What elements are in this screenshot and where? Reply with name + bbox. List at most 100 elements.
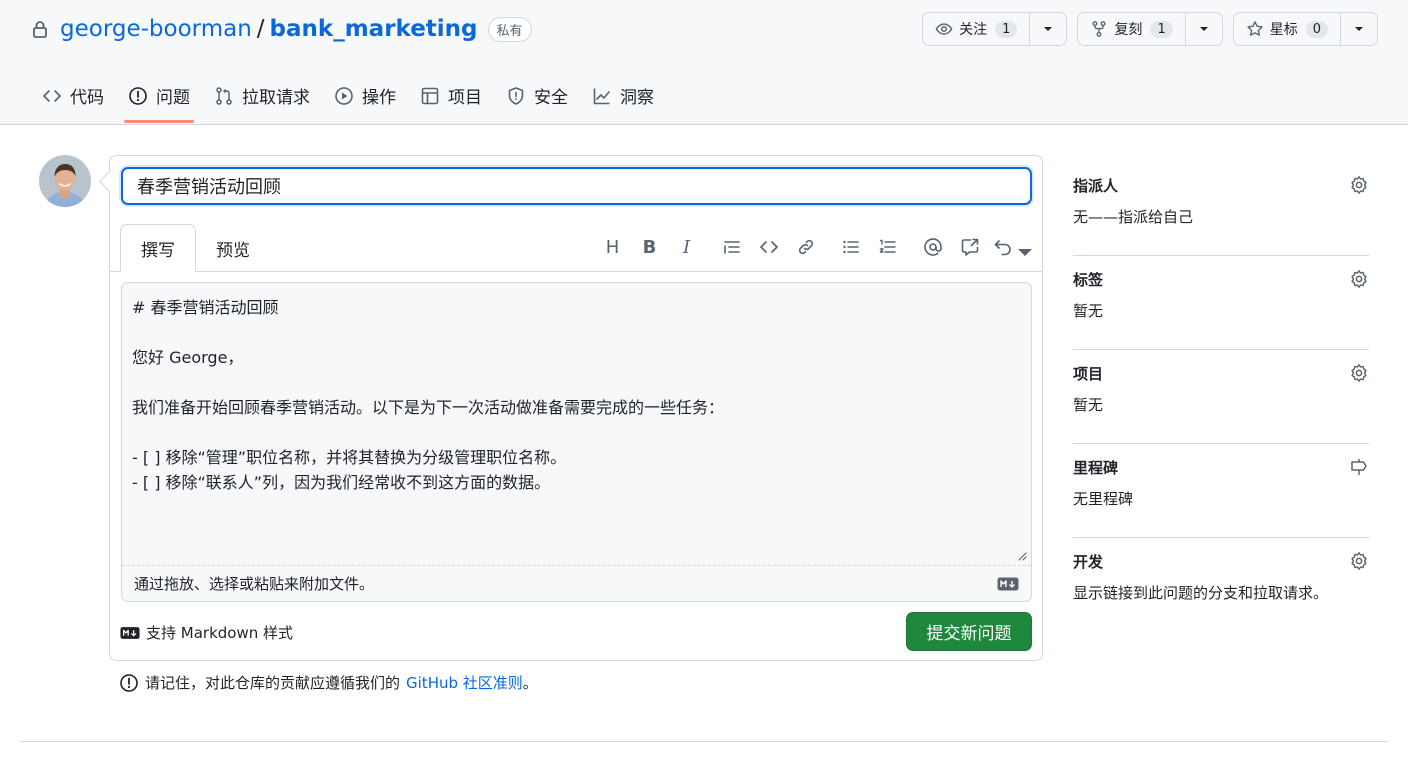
fork-button[interactable]: 复刻 1 [1078, 13, 1186, 45]
tab-insights-label: 洞察 [620, 88, 654, 108]
triangle-down-icon [1353, 23, 1365, 35]
eye-icon [935, 20, 953, 38]
issue-composer: 撰写 预览 H B I [109, 155, 1043, 661]
repo-actions: 关注 1 复刻 1 星标 0 [922, 12, 1378, 46]
sidebar-labels: 标签 暂无 [1073, 256, 1369, 350]
fork-count: 1 [1150, 20, 1173, 38]
repo-name-link[interactable]: bank_marketing [270, 16, 478, 42]
watch-button[interactable]: 关注 1 [923, 13, 1031, 45]
resize-handle-icon[interactable] [1017, 551, 1027, 561]
tab-issues[interactable]: 问题 [116, 68, 202, 123]
repo-separator: / [256, 16, 265, 42]
tab-actions[interactable]: 操作 [322, 68, 408, 123]
fork-label: 复刻 [1114, 22, 1143, 38]
assignees-value[interactable]: 无——指派给自己 [1073, 206, 1369, 227]
sidebar-development: 开发 显示链接到此问题的分支和拉取请求。 [1073, 538, 1369, 632]
markdown-supported-note[interactable]: 支持 Markdown 样式 [120, 622, 293, 643]
heading-button[interactable]: H [594, 234, 631, 260]
italic-button[interactable]: I [668, 234, 705, 260]
markdown-note-text: 支持 Markdown 样式 [146, 624, 293, 642]
markdown-icon [997, 577, 1019, 591]
play-icon [334, 86, 354, 106]
guidelines-suffix: 。 [522, 674, 538, 692]
shield-icon [506, 86, 526, 106]
bold-button[interactable]: B [631, 234, 668, 260]
tab-issues-label: 问题 [156, 88, 190, 108]
mention-icon [923, 237, 943, 257]
watch-dropdown-button[interactable] [1030, 13, 1066, 45]
labels-value: 暂无 [1073, 302, 1104, 320]
gear-icon[interactable] [1349, 363, 1369, 383]
projects-label: 项目 [1073, 364, 1104, 383]
milestone-value: 无里程碑 [1073, 490, 1134, 508]
repo-owner-link[interactable]: george-boorman [60, 16, 252, 42]
pull-request-icon [214, 86, 234, 106]
fork-icon [1090, 20, 1108, 38]
issue-title-input[interactable] [121, 167, 1032, 205]
table-icon [420, 86, 440, 106]
footer-divider [20, 741, 1388, 742]
fork-dropdown-button[interactable] [1186, 13, 1222, 45]
body-line [132, 370, 1021, 395]
visibility-badge: 私有 [487, 16, 532, 42]
reference-button[interactable] [951, 234, 988, 260]
lock-icon [30, 19, 50, 39]
body-line [132, 320, 1021, 345]
tab-preview[interactable]: 预览 [196, 224, 270, 272]
undo-button[interactable] [988, 234, 1032, 260]
attach-files-bar[interactable]: 通过拖放、选择或粘贴来附加文件。 [122, 565, 1031, 601]
body-line: 我们准备开始回顾春季营销活动。以下是为下一次活动做准备需要完成的一些任务： [132, 398, 725, 417]
issue-icon [128, 86, 148, 106]
link-button[interactable] [787, 234, 824, 260]
numbered-list-button[interactable] [869, 234, 906, 260]
bulleted-list-button[interactable] [832, 234, 869, 260]
projects-value: 暂无 [1073, 396, 1104, 414]
mention-button[interactable] [914, 234, 951, 260]
numbered-list-icon [878, 237, 898, 257]
submit-new-issue-button[interactable]: 提交新问题 [906, 612, 1032, 651]
tab-write[interactable]: 撰写 [120, 224, 196, 272]
tab-pull-requests[interactable]: 拉取请求 [202, 68, 322, 123]
quote-icon [722, 237, 742, 257]
gear-icon[interactable] [1349, 175, 1369, 195]
code-icon [42, 86, 62, 106]
tab-security[interactable]: 安全 [494, 68, 580, 123]
markdown-toolbar: H B I [594, 234, 1032, 260]
graph-icon [592, 86, 612, 106]
body-line: - [ ] 移除“联系人”列，因为我们经常收不到这方面的数据。 [132, 473, 551, 492]
tab-projects[interactable]: 项目 [408, 68, 494, 123]
assignees-label: 指派人 [1073, 176, 1119, 195]
avatar[interactable] [39, 155, 91, 207]
star-dropdown-button[interactable] [1341, 13, 1377, 45]
issue-sidebar: 指派人 无——指派给自己 标签 暂无 项目 暂无 里程碑 无里程碑 开发 显示链… [1073, 162, 1369, 632]
milestone-label: 里程碑 [1073, 458, 1119, 477]
star-button[interactable]: 星标 0 [1234, 13, 1341, 45]
tab-actions-label: 操作 [362, 88, 396, 108]
sidebar-projects: 项目 暂无 [1073, 350, 1369, 444]
gear-icon[interactable] [1349, 551, 1369, 571]
body-line: 您好 George， [132, 348, 244, 367]
heading-icon: H [605, 236, 620, 258]
fork-button-group: 复刻 1 [1077, 12, 1223, 46]
sidebar-milestone: 里程碑 无里程碑 [1073, 444, 1369, 538]
watch-label: 关注 [959, 22, 988, 38]
repo-nav: 代码 问题 拉取请求 操作 项目 安全 洞察 [30, 68, 666, 125]
tab-insights[interactable]: 洞察 [580, 68, 666, 123]
code-button[interactable] [750, 234, 787, 260]
star-button-group: 星标 0 [1232, 12, 1378, 46]
tab-pull-requests-label: 拉取请求 [242, 88, 310, 108]
watch-count: 1 [995, 20, 1018, 38]
body-line [132, 420, 1021, 445]
tab-code[interactable]: 代码 [30, 68, 116, 123]
quote-button[interactable] [713, 234, 750, 260]
gear-icon[interactable] [1349, 269, 1369, 289]
bulleted-list-icon [841, 237, 861, 257]
issue-body-textarea[interactable]: # 春季营销活动回顾 您好 George， 我们准备开始回顾春季营销活动。以下是… [122, 283, 1031, 565]
star-label: 星标 [1269, 22, 1298, 38]
repo-header: george-boorman / bank_marketing 私有 关注 1 … [0, 0, 1408, 125]
editor-box: # 春季营销活动回顾 您好 George， 我们准备开始回顾春季营销活动。以下是… [121, 282, 1032, 602]
milestone-icon[interactable] [1349, 457, 1369, 477]
sidebar-assignees: 指派人 无——指派给自己 [1073, 162, 1369, 256]
community-guidelines-link[interactable]: GitHub 社区准则 [406, 672, 523, 693]
guidelines-prefix: 请记住，对此仓库的贡献应遵循我们的 [145, 674, 401, 692]
